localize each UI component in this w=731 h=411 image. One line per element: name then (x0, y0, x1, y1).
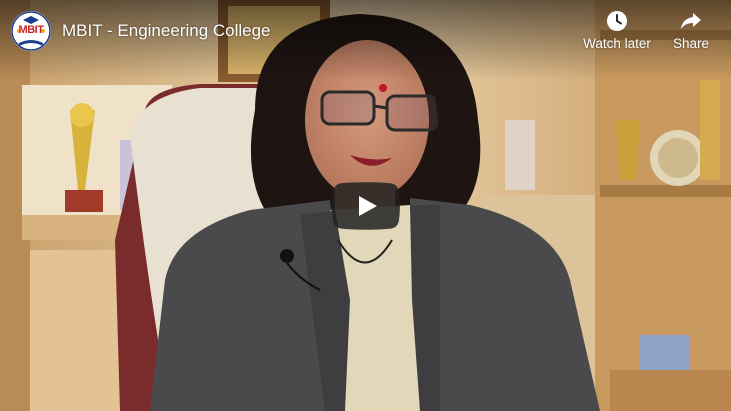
video-player[interactable]: MBIT MBIT - Engineering College Watch la… (0, 0, 731, 411)
share-label: Share (672, 36, 710, 51)
play-icon (332, 182, 400, 230)
channel-avatar[interactable]: MBIT (11, 11, 51, 51)
channel-logo-text: MBIT (18, 24, 44, 36)
share-button[interactable]: Share (656, 10, 726, 51)
play-button[interactable] (332, 182, 400, 230)
clock-icon (607, 11, 627, 31)
watch-later-button[interactable]: Watch later (582, 10, 652, 51)
share-arrow-icon (681, 13, 701, 29)
video-title[interactable]: MBIT - Engineering College (62, 21, 271, 41)
watch-later-label: Watch later (583, 36, 651, 51)
